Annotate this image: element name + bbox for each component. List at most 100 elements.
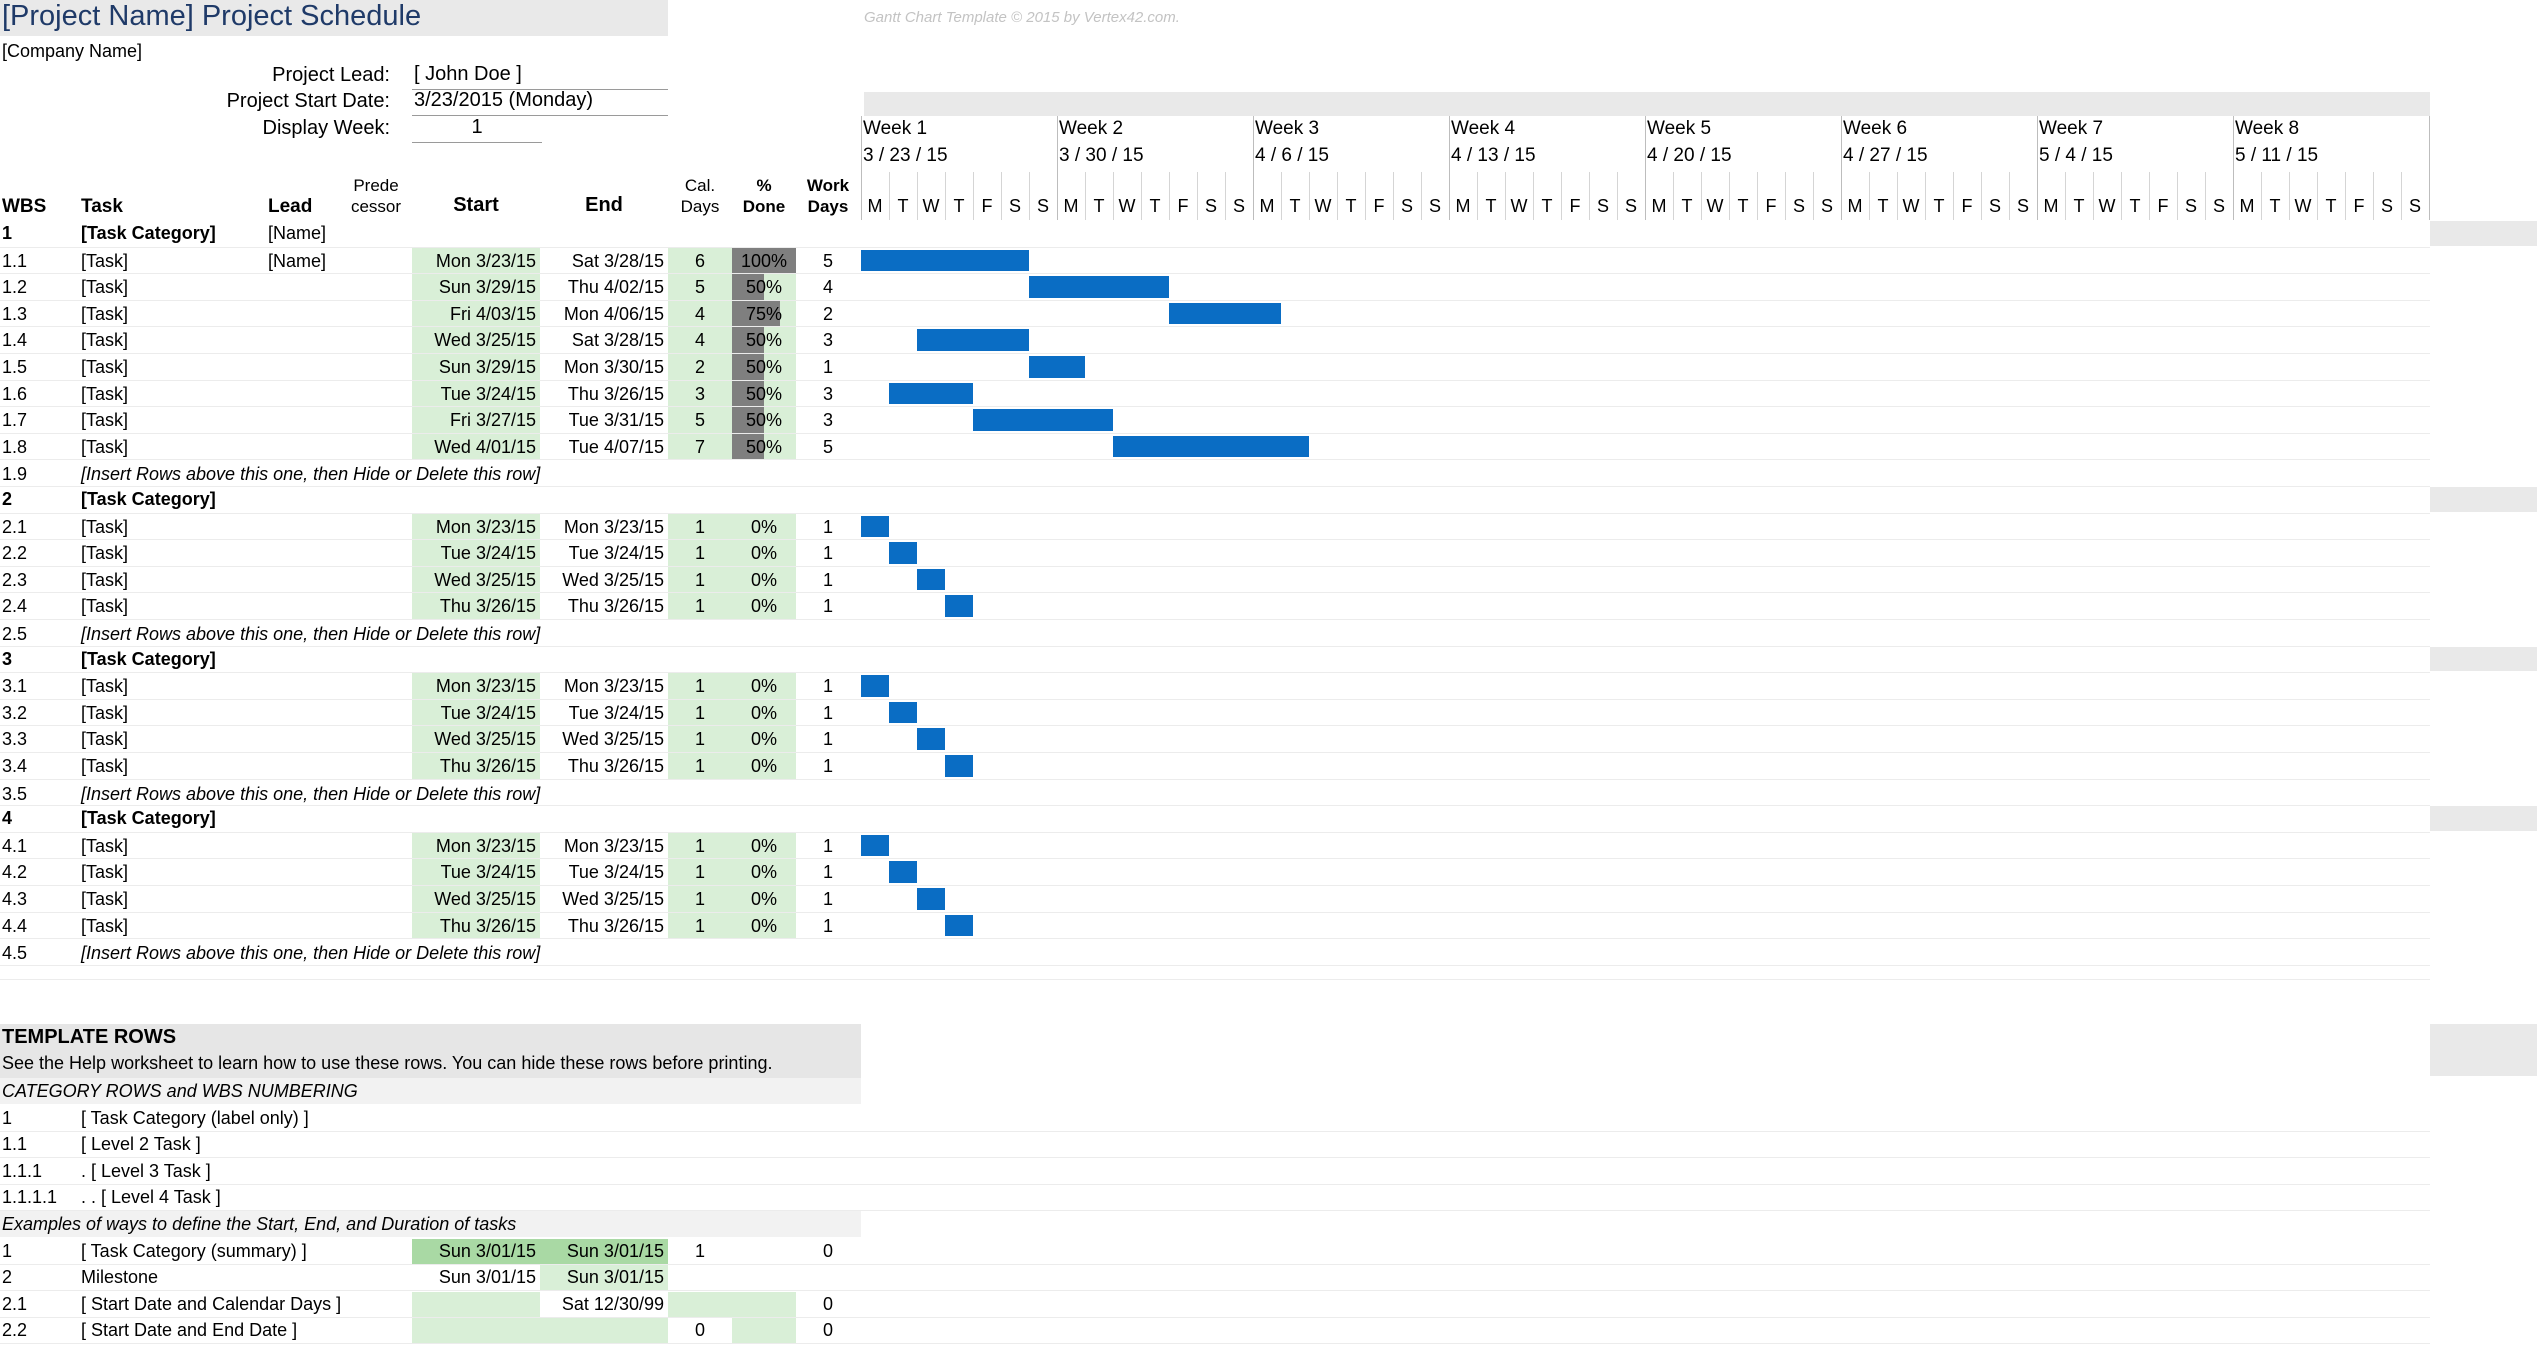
start-date[interactable]: Tue 3/24/15 [412,703,536,724]
level-task[interactable]: . [ Level 3 Task ] [81,1161,211,1182]
pct-done[interactable]: 0% [732,703,796,724]
pct-done[interactable]: 0% [732,517,796,538]
project-lead-field[interactable]: [ John Doe ] [412,63,668,90]
start-date[interactable]: Tue 3/24/15 [412,862,536,883]
start-date[interactable]: Fri 4/03/15 [412,304,536,325]
end-date[interactable]: Sat 3/28/15 [540,330,664,351]
gantt-bar[interactable] [889,382,973,405]
pct-done[interactable]: 0% [732,836,796,857]
start-date[interactable]: Mon 3/23/15 [412,836,536,857]
display-week-field[interactable]: 1 [412,116,542,143]
example-task[interactable]: Milestone [81,1267,158,1288]
start-date[interactable]: Tue 3/24/15 [412,543,536,564]
end-date[interactable]: Thu 3/26/15 [540,384,664,405]
end-date[interactable]: Wed 3/25/15 [540,889,664,910]
lead-cell[interactable]: [Name] [268,223,326,244]
start-date[interactable]: Thu 3/26/15 [412,756,536,777]
level-task[interactable]: [ Level 2 Task ] [81,1134,201,1155]
gantt-bar[interactable] [945,755,973,777]
start-date[interactable]: Thu 3/26/15 [412,916,536,937]
example-task[interactable]: [ Task Category (summary) ] [81,1241,307,1262]
level-task[interactable]: [ Task Category (label only) ] [81,1108,309,1129]
end-date[interactable]: Wed 3/25/15 [540,570,664,591]
gantt-bar[interactable] [917,329,1029,351]
gantt-bar[interactable] [1169,302,1281,325]
start-date[interactable]: Mon 3/23/15 [412,251,536,272]
end-date[interactable]: Mon 4/06/15 [540,304,664,325]
end-date[interactable]: Mon 3/23/15 [540,836,664,857]
end-date[interactable]: Mon 3/23/15 [540,517,664,538]
pct-done[interactable]: 50% [732,384,796,405]
start-date[interactable]: Thu 3/26/15 [412,596,536,617]
task-name[interactable]: [Task] [81,596,128,617]
gantt-bar[interactable] [889,861,917,883]
start-date[interactable]: Sun 3/01/15 [412,1241,536,1262]
pct-done[interactable]: 0% [732,676,796,697]
start-date[interactable]: Tue 3/24/15 [412,384,536,405]
task-name[interactable]: [Task] [81,570,128,591]
start-date[interactable]: Fri 3/27/15 [412,410,536,431]
gantt-bar[interactable] [917,728,945,750]
gantt-bar[interactable] [945,914,973,937]
end-date[interactable]: Sun 3/01/15 [540,1241,664,1262]
task-name[interactable]: [Task] [81,330,128,351]
pct-done[interactable]: 50% [732,410,796,431]
end-date[interactable]: Thu 3/26/15 [540,596,664,617]
pct-done[interactable]: 50% [732,357,796,378]
pct-done[interactable]: 0% [732,756,796,777]
task-name[interactable]: [Task] [81,862,128,883]
category-label[interactable]: [Task Category] [81,649,216,670]
task-name[interactable]: [Task] [81,756,128,777]
gantt-bar[interactable] [861,675,889,697]
category-label[interactable]: [Task Category] [81,223,216,244]
start-date[interactable]: Wed 3/25/15 [412,570,536,591]
start-date[interactable]: Wed 3/25/15 [412,889,536,910]
gantt-bar[interactable] [917,568,945,591]
end-date[interactable]: Thu 4/02/15 [540,277,664,298]
start-date[interactable]: Sun 3/29/15 [412,357,536,378]
pct-done[interactable]: 0% [732,570,796,591]
task-name[interactable]: [Task] [81,437,128,458]
end-date[interactable]: Sun 3/01/15 [540,1267,664,1288]
end-date[interactable]: Tue 4/07/15 [540,437,664,458]
task-name[interactable]: [Task] [81,357,128,378]
start-date[interactable]: Sun 3/29/15 [412,277,536,298]
gantt-bar[interactable] [1029,276,1169,298]
start-date[interactable]: Wed 3/25/15 [412,330,536,351]
pct-done[interactable]: 0% [732,543,796,564]
task-name[interactable]: [Task] [81,543,128,564]
end-date[interactable]: Tue 3/24/15 [540,543,664,564]
pct-done[interactable]: 100% [732,251,796,272]
gantt-bar[interactable] [861,249,1029,272]
pct-done[interactable]: 0% [732,729,796,750]
pct-done[interactable]: 50% [732,437,796,458]
gantt-bar[interactable] [861,515,889,538]
gantt-bar[interactable] [889,542,917,564]
category-label[interactable]: [Task Category] [81,489,216,510]
example-task[interactable]: [ Start Date and End Date ] [81,1320,297,1341]
pct-done[interactable]: 0% [732,596,796,617]
task-name[interactable]: [Task] [81,410,128,431]
gantt-bar[interactable] [889,701,917,724]
task-name[interactable]: [Task] [81,676,128,697]
end-date[interactable]: Mon 3/23/15 [540,676,664,697]
end-date[interactable]: Wed 3/25/15 [540,729,664,750]
task-name[interactable]: [Task] [81,384,128,405]
pct-done[interactable]: 0% [732,916,796,937]
task-name[interactable]: [Task] [81,729,128,750]
pct-done[interactable]: 50% [732,277,796,298]
end-date[interactable]: Mon 3/30/15 [540,357,664,378]
pct-done[interactable]: 75% [732,304,796,325]
end-date[interactable]: Thu 3/26/15 [540,916,664,937]
level-task[interactable]: . . [ Level 4 Task ] [81,1187,221,1208]
end-date[interactable]: Sat 3/28/15 [540,251,664,272]
start-date[interactable]: Wed 4/01/15 [412,437,536,458]
task-name[interactable]: [Task] [81,277,128,298]
task-name[interactable]: [Task] [81,916,128,937]
task-name[interactable]: [Task] [81,703,128,724]
start-date[interactable]: Mon 3/23/15 [412,676,536,697]
task-name[interactable]: [Task] [81,889,128,910]
pct-done[interactable]: 50% [732,330,796,351]
project-start-field[interactable]: 3/23/2015 (Monday) [412,89,668,116]
pct-done[interactable]: 0% [732,889,796,910]
